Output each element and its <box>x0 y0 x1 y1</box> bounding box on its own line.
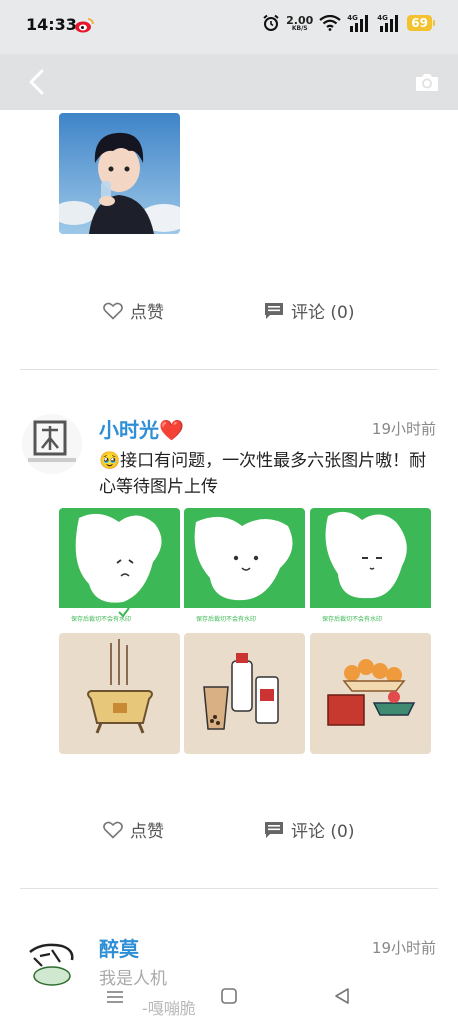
grid-image-4[interactable] <box>59 633 180 754</box>
author-name[interactable]: 小时光❤️ <box>99 414 184 443</box>
weibo-icon <box>75 18 94 33</box>
battery-indicator: 69 <box>407 15 435 31</box>
author-name[interactable]: 醉莫 <box>99 933 139 962</box>
grid-image-6[interactable] <box>310 633 431 754</box>
image-grid: 保存后裁切不会有水印 保存后裁切不会有水印 保存后裁切不会有水印 <box>59 508 431 754</box>
comment-label: 评论 (0) <box>291 822 355 842</box>
menu-icon[interactable] <box>106 990 124 1004</box>
grid-image-5[interactable] <box>184 633 305 754</box>
grid-image-3[interactable]: 保存后裁切不会有水印 <box>310 508 431 629</box>
comment-icon <box>265 821 283 838</box>
comment-icon <box>265 302 283 319</box>
post-time: 19小时前 <box>371 420 436 438</box>
post-actions: 点赞 评论 (0) <box>0 817 458 847</box>
comment-button[interactable]: 评论 (0) <box>264 298 354 323</box>
grid-image-1[interactable]: 保存后裁切不会有水印 <box>59 508 180 629</box>
signal-sim1-icon: 4G <box>347 14 371 32</box>
net-speed: 2.00 KB/S <box>286 13 314 32</box>
avatar[interactable] <box>22 414 82 474</box>
wifi-icon <box>319 15 341 31</box>
post-text: 🥹接口有问题，一次性最多六张图片嗷！耐心等待图片上传 <box>99 448 439 500</box>
watermark-text: 保存后裁切不会有水印 <box>322 615 382 623</box>
status-icons: 2.00 KB/S 4G 4G 69 <box>262 13 435 32</box>
signal-sim2-icon: 4G <box>377 14 401 32</box>
like-label: 点赞 <box>130 822 164 842</box>
top-nav-bar <box>0 54 458 110</box>
back-triangle-icon[interactable] <box>333 987 351 1005</box>
post-divider <box>20 369 438 370</box>
like-button[interactable]: 点赞 <box>103 817 164 842</box>
camera-icon[interactable] <box>414 70 440 94</box>
alarm-icon <box>263 14 279 31</box>
post-text-content: 接口有问题，一次性最多六张图片嗷！耐心等待图片上传 <box>99 451 427 497</box>
comment-button[interactable]: 评论 (0) <box>264 817 354 842</box>
grid-image-2[interactable]: 保存后裁切不会有水印 <box>184 508 305 629</box>
post-subtext: -嘎嘣脆 <box>142 999 196 1018</box>
heart-icon <box>103 302 123 320</box>
back-chevron-icon[interactable] <box>26 68 50 96</box>
post-actions: 点赞 评论 (0) <box>0 298 458 328</box>
watermark-text: 保存后裁切不会有水印 <box>71 615 131 623</box>
comment-label: 评论 (0) <box>291 303 355 323</box>
like-label: 点赞 <box>130 303 164 323</box>
post-time: 19小时前 <box>371 939 436 957</box>
like-button[interactable]: 点赞 <box>103 298 164 323</box>
home-square-icon[interactable] <box>220 987 238 1005</box>
post-divider <box>20 888 438 889</box>
system-nav-bar: -嘎嘣脆 <box>0 980 458 1024</box>
post-photo[interactable] <box>59 113 180 234</box>
status-time: 14:33 <box>26 15 77 34</box>
watermark-text: 保存后裁切不会有水印 <box>196 615 256 623</box>
heart-icon <box>103 821 123 839</box>
emoji: 🥹 <box>99 451 121 471</box>
status-bar: 14:33 2.00 KB/S 4G 4G 69 <box>0 0 458 54</box>
